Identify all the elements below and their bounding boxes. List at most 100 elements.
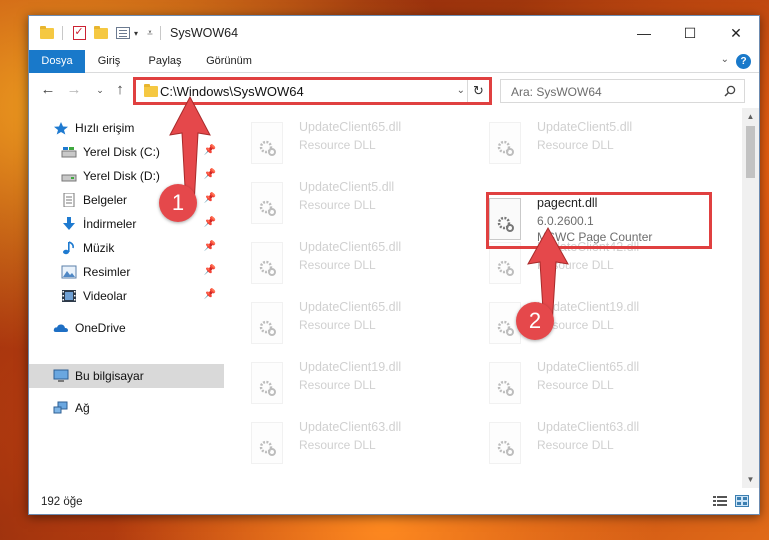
vertical-scrollbar[interactable]: ▲ ▼ [742,108,759,488]
new-folder-icon[interactable] [93,25,109,41]
file-description: Resource DLL [299,438,376,452]
sidebar-item-label: İndirmeler [83,217,137,231]
pin-icon[interactable]: 📌 [204,265,216,276]
sidebar-item-muzik[interactable]: Müzik 📌 [29,236,224,260]
address-bar[interactable]: C:\Windows\SysWOW64 ⌄ ↻ [135,79,490,103]
dll-file-icon [251,242,283,284]
properties-icon[interactable] [115,25,131,41]
large-icons-view-icon[interactable] [735,495,749,507]
file-item[interactable]: UpdateClient63.dll Resource DLL [467,418,699,470]
dll-file-icon [251,362,283,404]
file-item[interactable]: UpdateClient65.dll Resource DLL [229,238,461,290]
file-name: UpdateClient65.dll [537,360,640,374]
expand-ribbon-icon[interactable]: ⌄ [721,54,729,65]
file-list: UpdateClient65.dll Resource DLL UpdateCl… [225,108,742,488]
sidebar-item-onedrive[interactable]: OneDrive [29,316,224,340]
file-item[interactable]: UpdateClient65.dll Resource DLL [229,118,461,170]
sidebar-item-indirmeler[interactable]: İndirmeler 📌 [29,212,224,236]
file-item[interactable]: UpdateClient19.dll Resource DLL [229,358,461,410]
pin-icon[interactable]: 📌 [204,145,216,156]
cloud-icon [53,324,68,332]
up-icon[interactable]: ↑ [111,81,129,99]
sidebar-item-label: Yerel Disk (C:) [83,145,160,159]
pictures-icon [61,265,77,279]
refresh-icon[interactable]: ↻ [467,80,489,102]
computer-icon [53,369,69,382]
customize-toolbar-icon[interactable]: ⩡ [144,25,156,41]
address-path: C:\Windows\SysWOW64 [160,84,304,99]
file-item[interactable]: UpdateClient65.dll Resource DLL [229,298,461,350]
recent-locations-icon[interactable]: ⌄ [91,81,109,99]
scrollbar-thumb[interactable] [746,126,755,178]
file-item[interactable]: UpdateClient65.dll Resource DLL [467,358,699,410]
search-input[interactable]: Ara: SysWOW64 [500,79,745,103]
drive-icon [61,174,77,182]
maximize-button[interactable]: ☐ [667,16,713,50]
file-name: UpdateClient65.dll [299,120,402,134]
sidebar-item-ag[interactable]: Ağ [29,396,224,420]
file-description: Resource DLL [299,318,376,332]
file-item[interactable]: UpdateClient63.dll Resource DLL [229,418,461,470]
dll-file-icon [251,182,283,224]
file-name: UpdateClient65.dll [299,300,402,314]
sidebar-item-label: OneDrive [75,321,126,335]
title-bar: ✓ ▾ ⩡ SysWOW64 — ☐ ✕ [29,16,759,50]
file-item[interactable]: UpdateClient19.dll Resource DLL [467,298,699,350]
dll-file-icon [489,422,521,464]
callout-badge-1: 1 [159,184,197,222]
sidebar-item-label: Müzik [83,241,115,255]
forward-icon[interactable]: → [65,81,83,99]
tab-giris[interactable]: Giriş [89,50,129,73]
back-icon[interactable]: ← [39,81,57,99]
help-button[interactable]: ? [736,54,751,69]
sidebar-item-resimler[interactable]: Resimler 📌 [29,260,224,284]
pin-icon[interactable]: 📌 [204,241,216,252]
search-placeholder: Ara: SysWOW64 [511,85,602,99]
dll-file-icon [251,422,283,464]
sidebar-item-disk-d[interactable]: Yerel Disk (D:) 📌 [29,164,224,188]
network-icon [53,401,68,414]
file-description: Resource DLL [299,258,376,272]
file-name: UpdateClient19.dll [537,300,640,314]
dll-file-icon [489,198,521,240]
file-description: Resource DLL [299,138,376,152]
file-item[interactable]: UpdateClient5.dll Resource DLL [467,118,699,170]
details-view-icon[interactable] [713,495,727,507]
chevron-down-icon[interactable]: ▾ [132,25,140,41]
dll-file-icon [489,362,521,404]
documents-icon [63,193,75,207]
sidebar-item-label: Bu bilgisayar [75,369,144,383]
sidebar-item-label: Videolar [83,289,127,303]
pin-icon[interactable]: 📌 [204,217,216,228]
sidebar-item-label: Resimler [83,265,131,279]
file-item[interactable]: UpdateClient42.dll Resource DLL [467,238,699,290]
checklist-icon[interactable]: ✓ [71,25,87,41]
file-description: Resource DLL [299,378,376,392]
minimize-button[interactable]: — [621,16,667,50]
sidebar-item-disk-c[interactable]: Yerel Disk (C:) 📌 [29,140,224,164]
chevron-down-icon[interactable]: ⌄ [457,85,465,96]
sidebar-item-bu-bilgisayar[interactable]: Bu bilgisayar [29,364,224,388]
ribbon-tabs: Dosya Giriş Paylaş Görünüm ⌄ ? [29,50,759,73]
scroll-down-icon[interactable]: ▼ [742,471,759,488]
sidebar-item-videolar[interactable]: Videolar 📌 [29,284,224,308]
pin-icon[interactable]: 📌 [204,169,216,180]
tab-paylas[interactable]: Paylaş [141,50,189,73]
dll-file-icon [489,122,521,164]
file-description: Resource DLL [299,198,376,212]
scroll-up-icon[interactable]: ▲ [742,108,759,125]
file-name: UpdateClient63.dll [537,420,640,434]
download-icon [63,217,75,230]
close-button[interactable]: ✕ [713,16,759,50]
file-name: UpdateClient42.dll [537,240,640,254]
file-item[interactable]: UpdateClient5.dll Resource DLL [229,178,461,230]
tab-dosya[interactable]: Dosya [29,50,85,73]
file-name: UpdateClient5.dll [299,180,395,194]
dll-file-icon [489,242,521,284]
folder-icon [39,25,55,41]
pin-icon[interactable]: 📌 [204,193,216,204]
sidebar-item-quick-access[interactable]: Hızlı erişim [29,116,224,140]
pin-icon[interactable]: 📌 [204,289,216,300]
item-count: 192 öğe [41,496,83,508]
tab-gorunum[interactable]: Görünüm [199,50,259,73]
